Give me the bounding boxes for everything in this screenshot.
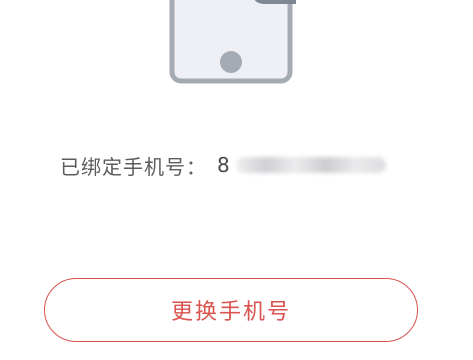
bound-phone-row: 已绑定手机号： 8	[60, 150, 386, 180]
phone-icon	[168, 0, 296, 86]
bound-phone-label: 已绑定手机号：	[60, 154, 207, 179]
bound-phone-number-prefix: 8	[217, 153, 230, 177]
change-phone-button[interactable]: 更换手机号	[44, 278, 418, 342]
bind-phone-page: 已绑定手机号： 8 更换手机号	[0, 0, 473, 360]
bound-phone-number-blurred	[235, 157, 386, 173]
